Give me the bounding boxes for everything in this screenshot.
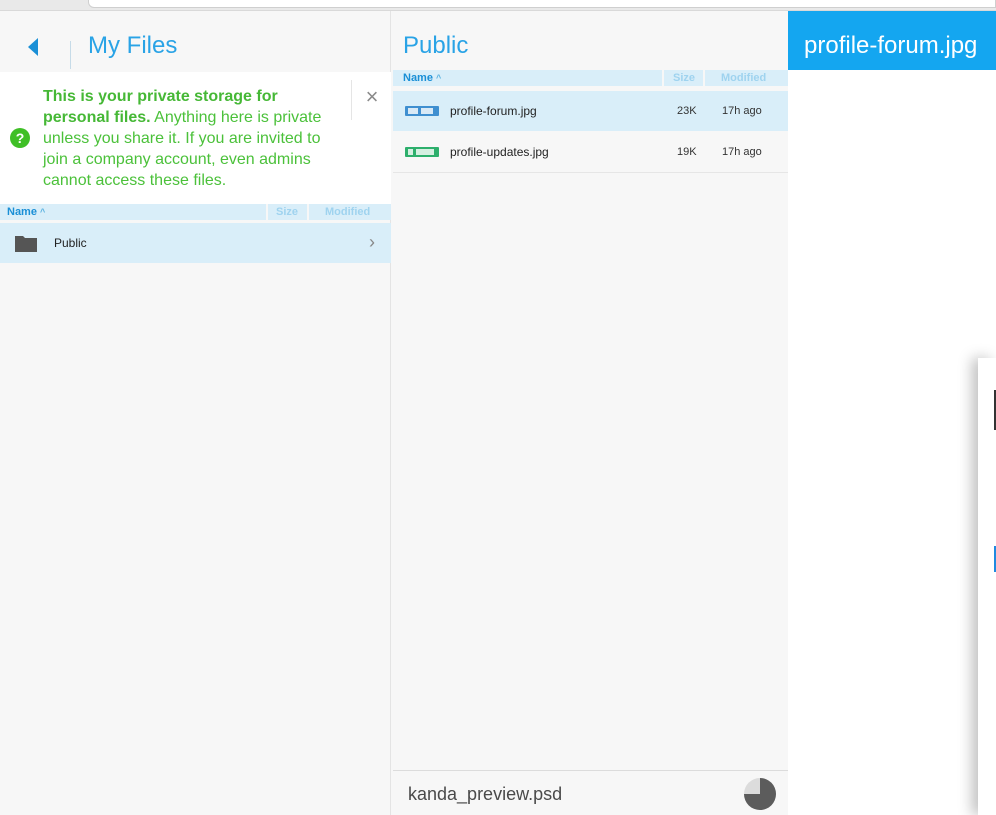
preview-title: profile-forum.jpg <box>804 32 978 59</box>
file-preview-pane: profile-forum.jpg <box>788 11 996 815</box>
column-name-header[interactable]: Name ^ <box>7 204 45 220</box>
column-divider <box>307 204 309 220</box>
column-size-header[interactable]: Size <box>673 70 695 86</box>
file-name: profile-updates.jpg <box>450 145 549 159</box>
file-size: 23K <box>677 105 697 117</box>
my-files-pane: My Files ? This is your private storage … <box>0 11 391 815</box>
column-header: Name ^ Size Modified <box>393 70 788 86</box>
column-header: Name ^ Size Modified <box>0 204 391 220</box>
pane-title: My Files <box>88 32 178 59</box>
column-name-header[interactable]: Name ^ <box>403 70 441 86</box>
upload-progress-pie-icon <box>744 778 776 810</box>
help-icon[interactable]: ? <box>10 128 30 148</box>
chevron-right-icon: › <box>369 232 375 252</box>
folder-row-public[interactable]: Public › <box>0 223 391 263</box>
folder-icon <box>15 236 37 252</box>
image-thumbnail-icon <box>405 106 439 116</box>
file-name: profile-forum.jpg <box>450 104 537 118</box>
private-storage-notice: ? This is your private storage for perso… <box>0 72 391 204</box>
overlapping-window-edge <box>978 358 996 815</box>
column-modified-header[interactable]: Modified <box>325 204 370 220</box>
folder-name: Public <box>54 236 87 250</box>
back-arrow-icon <box>28 38 38 56</box>
file-modified: 17h ago <box>722 105 762 117</box>
image-thumbnail-icon <box>405 147 439 157</box>
file-row[interactable]: profile-forum.jpg 23K 17h ago <box>393 91 788 131</box>
column-size-header[interactable]: Size <box>276 204 298 220</box>
sort-up-icon: ^ <box>39 207 46 217</box>
browser-top-strip <box>0 0 996 11</box>
notice-divider <box>351 80 352 120</box>
file-size: 19K <box>677 146 697 158</box>
upload-status-bar: kanda_preview.psd <box>393 770 788 815</box>
public-folder-pane: Public Name ^ Size Modified profile-forum… <box>393 11 788 815</box>
sort-up-icon: ^ <box>435 73 442 83</box>
preview-header: profile-forum.jpg <box>788 11 996 70</box>
column-divider <box>703 70 705 86</box>
column-divider <box>662 70 664 86</box>
pane-title: Public <box>403 32 469 59</box>
column-modified-header[interactable]: Modified <box>721 70 766 86</box>
column-divider <box>266 204 268 220</box>
column-name-label: Name <box>403 72 433 84</box>
notice-text: This is your private storage for persona… <box>43 86 343 191</box>
file-row[interactable]: profile-updates.jpg 19K 17h ago <box>393 132 788 173</box>
upload-filename: kanda_preview.psd <box>408 784 563 804</box>
file-modified: 17h ago <box>722 146 762 158</box>
column-name-label: Name <box>7 206 37 218</box>
close-icon[interactable]: × <box>360 86 384 110</box>
address-bar[interactable] <box>88 0 996 8</box>
back-button[interactable] <box>22 35 46 59</box>
title-separator <box>70 41 71 69</box>
